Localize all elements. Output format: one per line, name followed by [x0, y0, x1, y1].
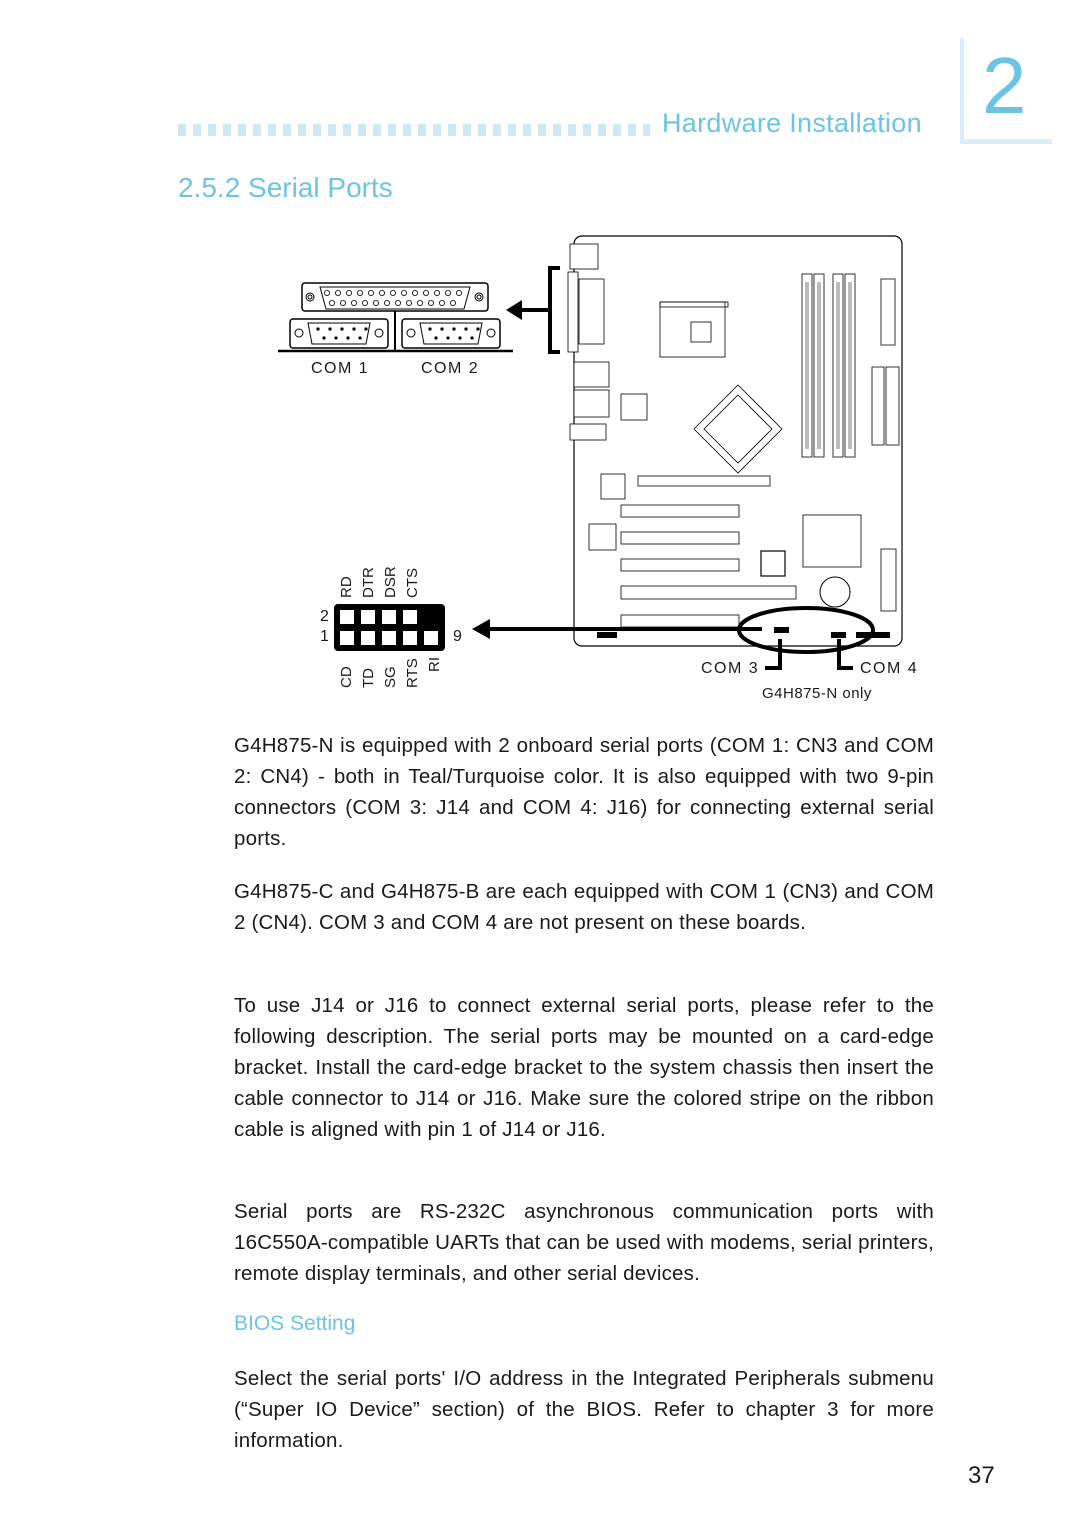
pin-even — [403, 610, 417, 624]
pin-row-2-label: 2 — [320, 608, 329, 625]
pin-odd — [403, 631, 417, 645]
pin-even — [382, 610, 396, 624]
pin-odd — [340, 631, 354, 645]
memory-slot-contacts — [848, 282, 852, 449]
com2-port-icon — [401, 318, 501, 349]
memory-slot-contacts — [836, 282, 840, 449]
pin — [434, 336, 438, 340]
paragraph-usage: To use J14 or J16 to connect external se… — [234, 994, 934, 1141]
pin-label-dtr: DTR — [360, 567, 377, 598]
pin — [352, 327, 356, 331]
header-dotted-rule — [178, 124, 650, 136]
connector-arrow — [472, 619, 853, 670]
pin — [452, 327, 456, 331]
pin-label-sg: SG — [382, 666, 399, 688]
pin — [440, 327, 444, 331]
pin-label-cd: CD — [338, 666, 355, 688]
chapter-tab: 2 — [960, 38, 1052, 144]
com1-label: COM 1 — [311, 360, 370, 377]
pin-even — [340, 610, 354, 624]
motherboard-layout-illustration — [567, 235, 903, 654]
paragraph-onboard-ports: G4H875-N is equipped with 2 onboard seri… — [234, 734, 934, 850]
pin — [340, 327, 344, 331]
pin — [316, 327, 320, 331]
pin-even — [361, 610, 375, 624]
pin — [358, 336, 362, 340]
com4-label: COM 4 — [860, 660, 919, 677]
com3-leader-line — [765, 639, 782, 670]
rear-io-ports-illustration — [278, 266, 560, 354]
parallel-port-icon — [301, 282, 489, 312]
section-title: 2.5.2 Serial Ports — [178, 172, 393, 203]
pin-label-td: TD — [360, 668, 377, 688]
pin — [428, 327, 432, 331]
page-number: 37 — [968, 1462, 995, 1489]
pin — [464, 327, 468, 331]
paragraph-other-models: G4H875-C and G4H875-B are each equipped … — [234, 880, 934, 934]
com1-port-icon — [289, 318, 389, 349]
com2-label: COM 2 — [421, 360, 480, 377]
paragraph-bios: Select the serial ports' I/O address in … — [234, 1367, 934, 1452]
paragraph-rs232: Serial ports are RS-232C asynchronous co… — [234, 1200, 934, 1285]
com3-label: COM 3 — [701, 660, 760, 677]
pin-label-rts: RTS — [404, 658, 421, 688]
chapter-number: 2 — [982, 41, 1027, 130]
pin-odd — [361, 631, 375, 645]
pin — [334, 336, 338, 340]
memory-slot-contacts — [817, 282, 821, 449]
pin-odd — [382, 631, 396, 645]
pin-label-rd: RD — [338, 576, 355, 598]
pin — [446, 336, 450, 340]
com4-leader-line — [837, 639, 853, 670]
pin-label-dsr: DSR — [382, 566, 399, 598]
pin-odd — [424, 631, 438, 645]
chapter-tab-vertical-rule — [960, 38, 964, 144]
header-section-name: Hardware Installation — [662, 108, 922, 138]
arrow-left-icon — [472, 619, 490, 639]
pin-9-label: 9 — [453, 628, 462, 645]
pin — [322, 336, 326, 340]
pin — [328, 327, 332, 331]
pin-label-cts: CTS — [404, 568, 421, 598]
memory-slot-contacts — [805, 282, 809, 449]
bios-setting-heading: BIOS Setting — [234, 1312, 356, 1335]
pin — [364, 327, 368, 331]
model-note: G4H875-N only — [762, 685, 872, 702]
arrow-left-icon — [506, 266, 560, 354]
pin — [346, 336, 350, 340]
pin-row-1-label: 1 — [320, 628, 329, 645]
pin-label-ri: RI — [426, 657, 443, 672]
com-pin-header — [334, 604, 445, 651]
pin — [458, 336, 462, 340]
chapter-tab-horizontal-rule — [960, 139, 1052, 144]
pin — [476, 327, 480, 331]
pin — [470, 336, 474, 340]
